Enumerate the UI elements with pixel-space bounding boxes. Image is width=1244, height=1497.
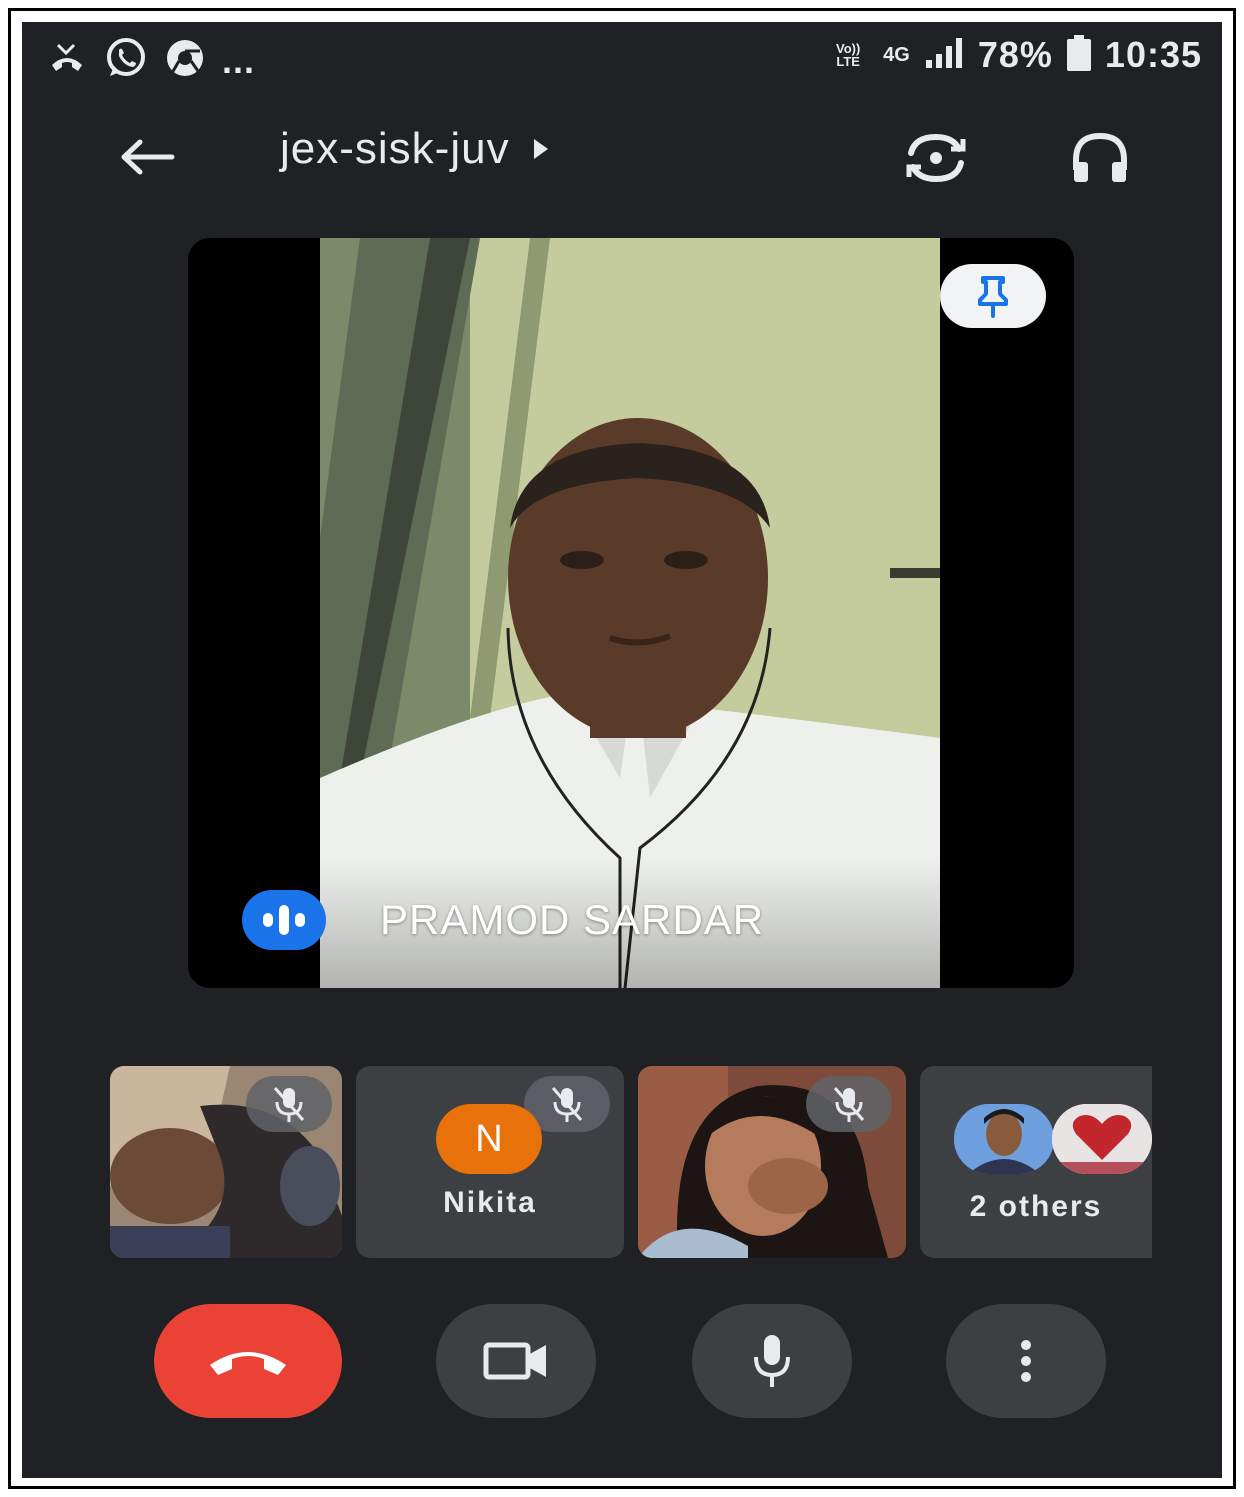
participant-tile-3[interactable] <box>638 1066 906 1258</box>
microphone-icon <box>754 1335 790 1387</box>
main-video-tile[interactable]: PRAMOD SARDAR <box>188 238 1074 988</box>
speaking-indicator-icon <box>242 890 326 950</box>
camera-toggle-button[interactable] <box>436 1304 596 1418</box>
meeting-header: jex-sisk-juv <box>22 112 1222 202</box>
status-bar: ... Vo)) LTE 4G 78% 10:35 <box>22 22 1222 92</box>
phone-screen: ... Vo)) LTE 4G 78% 10:35 jex-sisk-juv P… <box>22 22 1222 1478</box>
muted-badge <box>246 1076 332 1132</box>
battery-icon <box>1066 34 1091 76</box>
avatar <box>1052 1104 1152 1174</box>
signal-icon <box>924 36 964 75</box>
mic-off-icon <box>833 1087 865 1122</box>
pin-icon <box>978 276 1008 318</box>
avatar: N <box>436 1104 542 1174</box>
notification-icons: ... <box>46 36 255 85</box>
back-arrow-icon <box>121 139 175 175</box>
participant-name: PRAMOD SARDAR <box>380 896 765 943</box>
end-call-button[interactable] <box>154 1304 342 1418</box>
microphone-toggle-button[interactable] <box>692 1304 852 1418</box>
mic-off-icon <box>273 1087 305 1122</box>
missed-call-icon <box>46 41 88 80</box>
avatar <box>954 1104 1054 1174</box>
main-video-feed <box>320 238 940 988</box>
chrome-icon <box>164 37 206 84</box>
meeting-code: jex-sisk-juv <box>280 124 510 173</box>
volte-tag: Vo)) LTE <box>836 41 861 69</box>
audio-output-button[interactable] <box>1060 118 1140 198</box>
mic-off-icon <box>551 1087 583 1122</box>
back-button[interactable] <box>112 130 182 184</box>
participant-tile-1[interactable] <box>110 1066 342 1258</box>
others-label: 2 others <box>969 1190 1103 1223</box>
headphones-icon <box>1073 132 1127 182</box>
participant-tile-2[interactable]: N Nikita <box>356 1066 624 1258</box>
meeting-title[interactable]: jex-sisk-juv <box>280 124 550 174</box>
network-type: 4G <box>883 43 910 66</box>
battery-percent: 78% <box>977 34 1053 75</box>
whatsapp-icon <box>104 36 148 85</box>
pin-button[interactable] <box>940 264 1046 328</box>
video-camera-icon <box>483 1342 546 1380</box>
participant-label: Nikita <box>443 1186 537 1219</box>
more-vert-icon <box>1021 1340 1031 1382</box>
switch-camera-icon <box>906 133 966 183</box>
hang-up-icon <box>210 1352 286 1375</box>
play-arrow-icon <box>533 139 548 159</box>
muted-badge <box>806 1076 892 1132</box>
more-options-button[interactable] <box>946 1304 1106 1418</box>
clock: 10:35 <box>1104 34 1202 75</box>
others-tile[interactable]: 2 others <box>920 1066 1152 1258</box>
more-notifications: ... <box>222 39 256 81</box>
system-status: Vo)) LTE 4G 78% 10:35 <box>827 34 1202 76</box>
switch-camera-button[interactable] <box>896 118 976 198</box>
